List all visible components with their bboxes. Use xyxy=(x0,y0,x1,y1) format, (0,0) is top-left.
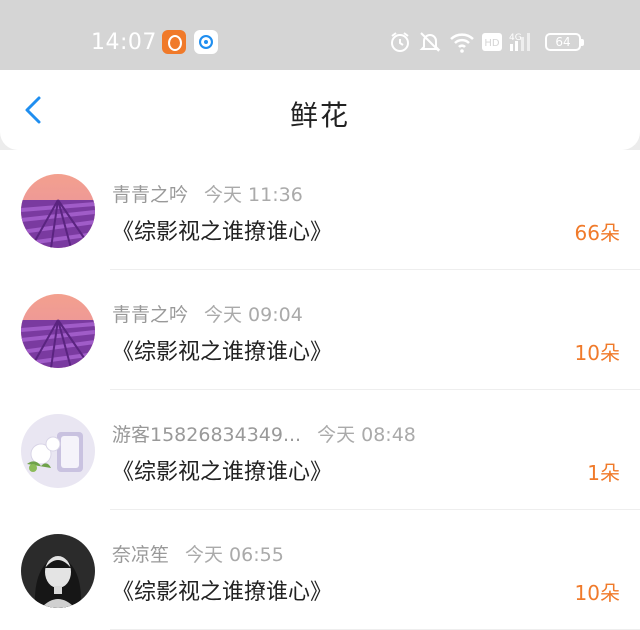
username: 奈凉笙 xyxy=(112,544,170,566)
list-item[interactable]: 奈凉笙 今天 06:55 《综影视之谁撩谁心》 10朵 xyxy=(0,510,640,630)
username: 游客15826834349... xyxy=(112,424,302,446)
list-item[interactable]: 游客15826834349... 今天 08:48 《综影视之谁撩谁心》 1朵 xyxy=(0,390,640,510)
username: 青青之吟 xyxy=(112,304,189,326)
avatar[interactable] xyxy=(21,174,95,248)
list-item[interactable]: 青青之吟 今天 09:04 《综影视之谁撩谁心》 10朵 xyxy=(0,270,640,390)
username: 青青之吟 xyxy=(112,184,189,206)
taobao-app-icon xyxy=(162,30,186,54)
timestamp: 今天 09:04 xyxy=(204,304,303,326)
avatar[interactable] xyxy=(21,414,95,488)
timestamp: 今天 06:55 xyxy=(185,544,284,566)
book-title[interactable]: 《综影视之谁撩谁心》 xyxy=(112,574,332,606)
flower-count: 66朵 xyxy=(574,221,620,245)
battery-icon: 64 xyxy=(545,33,584,51)
flower-count: 10朵 xyxy=(574,341,620,365)
list-item[interactable]: 青青之吟 今天 11:36 《综影视之谁撩谁心》 66朵 xyxy=(0,150,640,270)
avatar[interactable] xyxy=(21,534,95,608)
gift-meta: 游客15826834349... 今天 08:48 xyxy=(112,420,416,447)
wifi-icon xyxy=(450,33,474,53)
book-title[interactable]: 《综影视之谁撩谁心》 xyxy=(112,334,332,366)
top-nav-bar: 鲜花 xyxy=(0,70,640,150)
flower-gift-list: 青青之吟 今天 11:36 《综影视之谁撩谁心》 66朵 青青之吟 今天 09:04… xyxy=(0,150,640,630)
book-title[interactable]: 《综影视之谁撩谁心》 xyxy=(112,214,332,246)
status-bar: 14:07 HD 4G 64 xyxy=(0,0,640,70)
book-title[interactable]: 《综影视之谁撩谁心》 xyxy=(112,454,332,486)
hd-icon: HD xyxy=(482,33,502,51)
avatar[interactable] xyxy=(21,294,95,368)
alarm-icon xyxy=(391,32,409,52)
page-title: 鲜花 xyxy=(289,99,350,132)
4g-signal-icon: 4G xyxy=(509,33,530,51)
svg-text:HD: HD xyxy=(484,38,500,49)
blue-app-icon xyxy=(194,30,218,54)
flower-count: 10朵 xyxy=(574,581,620,605)
flower-count: 1朵 xyxy=(587,461,620,485)
status-time: 14:07 xyxy=(91,30,157,55)
gift-meta: 青青之吟 今天 11:36 xyxy=(112,180,303,207)
gift-meta: 奈凉笙 今天 06:55 xyxy=(112,540,284,567)
gift-meta: 青青之吟 今天 09:04 xyxy=(112,300,303,327)
timestamp: 今天 08:48 xyxy=(317,424,416,446)
timestamp: 今天 11:36 xyxy=(204,184,303,206)
mute-icon xyxy=(419,32,441,52)
